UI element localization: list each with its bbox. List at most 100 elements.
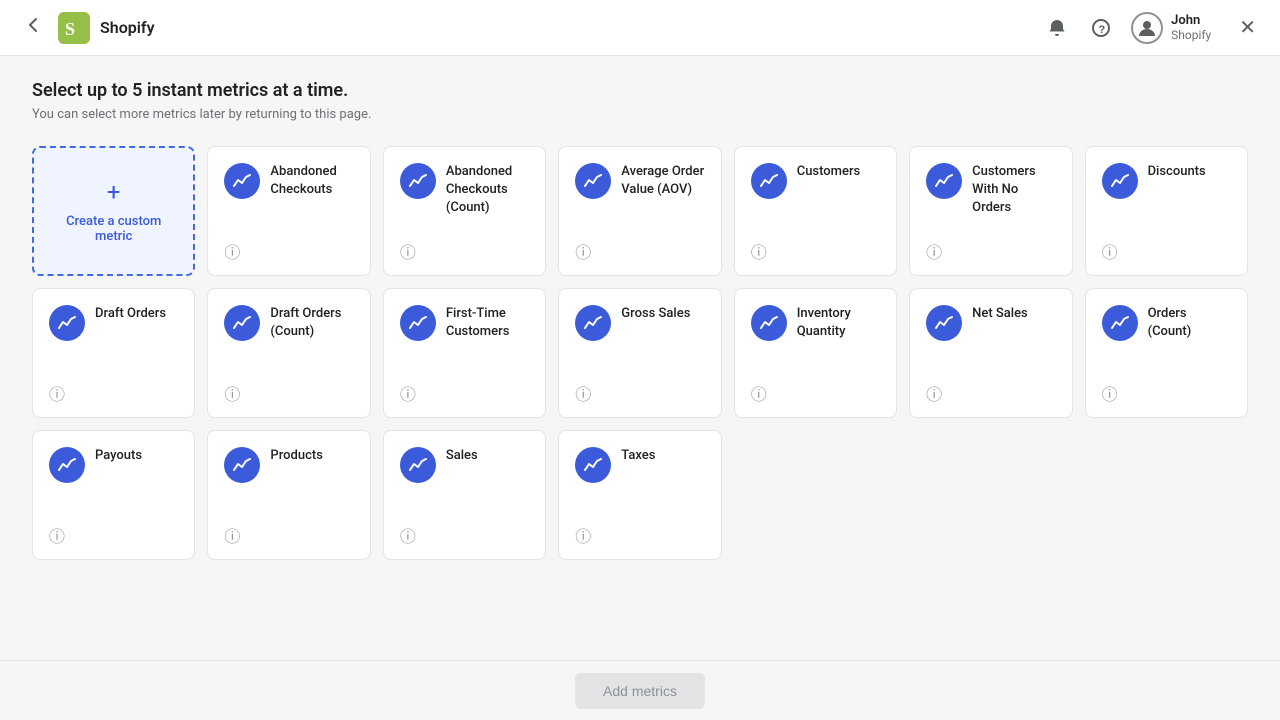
- metric-name: Gross Sales: [621, 305, 690, 323]
- metric-card-taxes[interactable]: Taxes ⓘ: [558, 430, 721, 560]
- metric-icon: [400, 447, 436, 483]
- info-icon[interactable]: ⓘ: [1102, 381, 1118, 405]
- card-top: Products: [224, 447, 353, 543]
- user-avatar[interactable]: John Shopify: [1131, 12, 1211, 44]
- metric-card-payouts[interactable]: Payouts ⓘ: [32, 430, 195, 560]
- metric-icon: [1102, 305, 1138, 341]
- add-metrics-button[interactable]: Add metrics: [575, 673, 705, 709]
- info-icon[interactable]: ⓘ: [400, 381, 416, 405]
- info-icon[interactable]: ⓘ: [224, 239, 240, 263]
- metric-name: Products: [270, 447, 322, 465]
- info-icon[interactable]: ⓘ: [224, 381, 240, 405]
- page-title: Select up to 5 instant metrics at a time…: [32, 80, 1248, 101]
- metric-name: Abandoned Checkouts (Count): [446, 163, 529, 218]
- card-top: Customers: [751, 163, 880, 259]
- metric-card-draft-orders[interactable]: Draft Orders ⓘ: [32, 288, 195, 418]
- info-icon[interactable]: ⓘ: [751, 239, 767, 263]
- info-icon[interactable]: ⓘ: [575, 381, 591, 405]
- metric-icon: [49, 305, 85, 341]
- info-icon[interactable]: ⓘ: [926, 239, 942, 263]
- metric-card-sales[interactable]: Sales ⓘ: [383, 430, 546, 560]
- metric-name: Customers With No Orders: [972, 163, 1055, 218]
- metric-card-orders-count[interactable]: Orders (Count) ⓘ: [1085, 288, 1248, 418]
- user-store: Shopify: [1171, 28, 1211, 42]
- metric-icon: [751, 163, 787, 199]
- notifications-button[interactable]: [1043, 14, 1071, 42]
- user-info: John Shopify: [1171, 13, 1211, 42]
- svg-text:?: ?: [1099, 24, 1106, 36]
- metric-name: Abandoned Checkouts: [270, 163, 353, 199]
- info-icon[interactable]: ⓘ: [400, 523, 416, 547]
- card-top: Inventory Quantity: [751, 305, 880, 401]
- metric-name: Draft Orders (Count): [270, 305, 353, 341]
- card-top: Average Order Value (AOV): [575, 163, 704, 259]
- metric-name: Taxes: [621, 447, 655, 465]
- info-icon[interactable]: ⓘ: [49, 381, 65, 405]
- card-top: Taxes: [575, 447, 704, 543]
- metric-name: Sales: [446, 447, 478, 465]
- metric-card-customers-no-orders[interactable]: Customers With No Orders ⓘ: [909, 146, 1072, 276]
- metric-card-net-sales[interactable]: Net Sales ⓘ: [909, 288, 1072, 418]
- metric-card-inventory-quantity[interactable]: Inventory Quantity ⓘ: [734, 288, 897, 418]
- card-top: Discounts: [1102, 163, 1231, 259]
- metric-icon: [224, 305, 260, 341]
- metric-icon: [575, 447, 611, 483]
- metric-card-products[interactable]: Products ⓘ: [207, 430, 370, 560]
- info-icon[interactable]: ⓘ: [575, 239, 591, 263]
- page-subtitle: You can select more metrics later by ret…: [32, 107, 1248, 122]
- card-top: Payouts: [49, 447, 178, 543]
- create-custom-label: Create a custom metric: [50, 214, 177, 244]
- create-plus-icon: +: [107, 178, 121, 206]
- metric-card-first-time-customers[interactable]: First-Time Customers ⓘ: [383, 288, 546, 418]
- card-top: Draft Orders: [49, 305, 178, 401]
- card-top: Orders (Count): [1102, 305, 1231, 401]
- metric-name: Customers: [797, 163, 861, 181]
- close-button[interactable]: ✕: [1235, 11, 1260, 44]
- metric-name: Payouts: [95, 447, 142, 465]
- metric-card-abandoned-checkouts[interactable]: Abandoned Checkouts ⓘ: [207, 146, 370, 276]
- info-icon[interactable]: ⓘ: [751, 381, 767, 405]
- card-top: Gross Sales: [575, 305, 704, 401]
- footer: Add metrics: [0, 660, 1280, 720]
- metric-card-customers[interactable]: Customers ⓘ: [734, 146, 897, 276]
- metric-card-discounts[interactable]: Discounts ⓘ: [1085, 146, 1248, 276]
- metric-icon: [400, 163, 436, 199]
- metric-name: Net Sales: [972, 305, 1028, 323]
- card-top: Abandoned Checkouts (Count): [400, 163, 529, 259]
- info-icon[interactable]: ⓘ: [575, 523, 591, 547]
- help-button[interactable]: ?: [1087, 14, 1115, 42]
- metric-card-average-order-value[interactable]: Average Order Value (AOV) ⓘ: [558, 146, 721, 276]
- metric-name: Inventory Quantity: [797, 305, 880, 341]
- info-icon[interactable]: ⓘ: [400, 239, 416, 263]
- card-top: Abandoned Checkouts: [224, 163, 353, 259]
- card-top: Net Sales: [926, 305, 1055, 401]
- card-top: Draft Orders (Count): [224, 305, 353, 401]
- user-name: John: [1171, 13, 1211, 28]
- metric-card-gross-sales[interactable]: Gross Sales ⓘ: [558, 288, 721, 418]
- back-button[interactable]: [20, 11, 48, 44]
- header: S Shopify ? John Shopify: [0, 0, 1280, 56]
- metric-icon: [400, 305, 436, 341]
- create-custom-metric-card[interactable]: + Create a custom metric: [32, 146, 195, 276]
- metric-card-abandoned-checkouts-count[interactable]: Abandoned Checkouts (Count) ⓘ: [383, 146, 546, 276]
- metric-icon: [575, 163, 611, 199]
- header-left: S Shopify: [20, 11, 1031, 44]
- metric-name: Orders (Count): [1148, 305, 1231, 341]
- metric-icon: [1102, 163, 1138, 199]
- metric-name: Average Order Value (AOV): [621, 163, 704, 199]
- metric-icon: [224, 447, 260, 483]
- card-top: Sales: [400, 447, 529, 543]
- info-icon[interactable]: ⓘ: [926, 381, 942, 405]
- info-icon[interactable]: ⓘ: [224, 523, 240, 547]
- shopify-logo-icon: S: [58, 12, 90, 44]
- metric-icon: [926, 305, 962, 341]
- metric-icon: [575, 305, 611, 341]
- main-content: Select up to 5 instant metrics at a time…: [0, 56, 1280, 660]
- metric-card-draft-orders-count[interactable]: Draft Orders (Count) ⓘ: [207, 288, 370, 418]
- info-icon[interactable]: ⓘ: [1102, 239, 1118, 263]
- svg-text:S: S: [65, 19, 75, 39]
- metric-icon: [926, 163, 962, 199]
- info-icon[interactable]: ⓘ: [49, 523, 65, 547]
- metric-icon: [751, 305, 787, 341]
- metric-name: Discounts: [1148, 163, 1206, 181]
